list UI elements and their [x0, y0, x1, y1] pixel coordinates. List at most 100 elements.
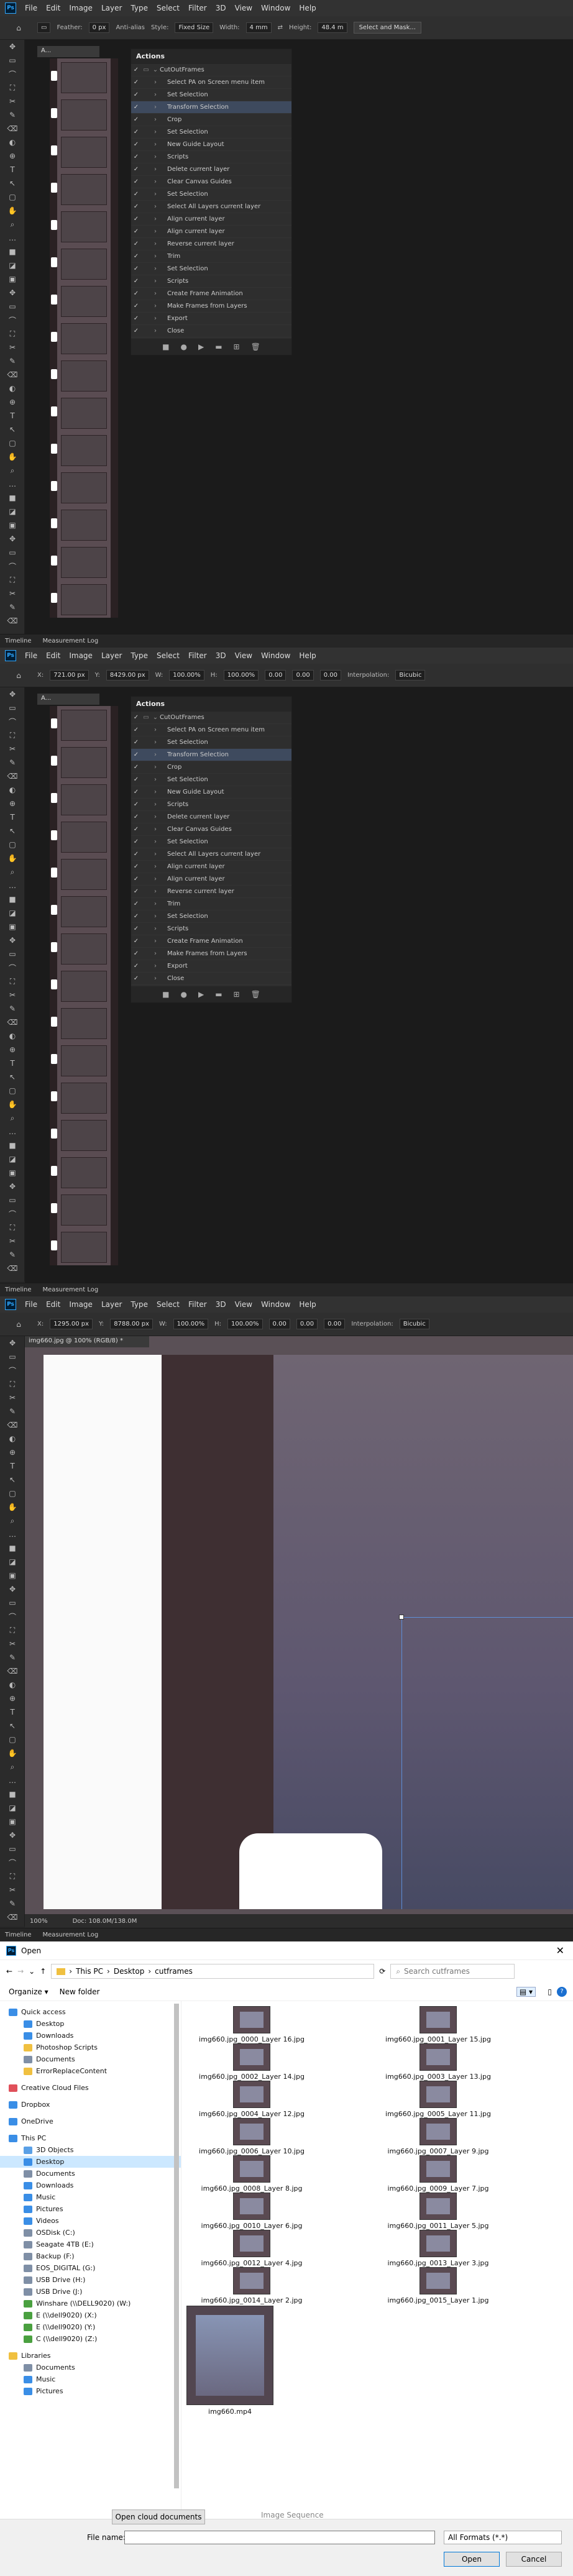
chevron-right-icon[interactable]: › [151, 216, 160, 222]
chevron-right-icon[interactable]: › [151, 851, 160, 858]
back-icon[interactable]: ← [6, 1967, 12, 1976]
chevron-right-icon[interactable]: › [151, 975, 160, 982]
action-item[interactable]: ✓ › Delete current layer [131, 163, 291, 176]
stamp-tool-icon[interactable]: ⊕ [0, 395, 25, 409]
chevron-right-icon[interactable]: › [151, 253, 160, 260]
chevron-right-icon[interactable]: › [151, 727, 160, 733]
nav-item[interactable]: Documents [0, 2053, 181, 2065]
crop-tool-icon[interactable]: ✂ [0, 742, 25, 756]
marquee-tool-icon[interactable]: ▭ [0, 300, 25, 313]
check-icon[interactable]: ✓ [131, 950, 141, 957]
action-item[interactable]: ✓ › Trim [131, 250, 291, 263]
crop-tool-icon[interactable]: ✂ [0, 1637, 25, 1651]
stamp-tool-icon[interactable]: ⊕ [0, 1043, 25, 1057]
close-icon[interactable]: ✕ [556, 1945, 564, 1956]
hand-tool-icon[interactable]: ✋ [0, 1098, 25, 1111]
chevron-right-icon[interactable]: › [151, 191, 160, 198]
zoom-tool-icon[interactable]: ⌕ [0, 1760, 25, 1774]
check-icon[interactable]: ✓ [131, 776, 141, 783]
move-tool-icon[interactable]: ✥ [0, 532, 25, 546]
more-tool-icon[interactable]: … [0, 1125, 25, 1139]
new-action-icon[interactable]: ⊞ [234, 990, 240, 999]
move-tool-icon[interactable]: ✥ [0, 687, 25, 701]
action-item[interactable]: ✓ › Clear Canvas Guides [131, 176, 291, 188]
nav-item[interactable]: E (\\dell9020) (X:) [0, 2309, 181, 2321]
nav-item[interactable]: USB Drive (J:) [0, 2286, 181, 2298]
timeline-tab[interactable]: Timeline [5, 638, 32, 644]
chevron-right-icon[interactable]: › [151, 91, 160, 98]
nav-item[interactable]: Quick access [0, 2006, 181, 2018]
lasso-tool-icon[interactable]: ⌒ [0, 961, 25, 974]
eraser-tool-icon[interactable]: ⌫ [0, 122, 25, 135]
action-item[interactable]: ✓ › Close [131, 325, 291, 337]
check-icon[interactable]: ✓ [131, 863, 141, 870]
action-item[interactable]: ✓ › Trim [131, 898, 291, 910]
chevron-right-icon[interactable]: › [151, 826, 160, 833]
hand-tool-icon[interactable]: ✋ [0, 1746, 25, 1760]
check-icon[interactable]: ✓ [131, 888, 141, 895]
vskew-input[interactable]: 0.00 [324, 1319, 346, 1329]
h-input[interactable]: 100.00% [223, 670, 259, 681]
lasso-tool-icon[interactable]: ⌒ [0, 1856, 25, 1869]
eraser-tool-icon[interactable]: ⌫ [0, 1418, 25, 1432]
marquee-tool-preset[interactable]: ▭ [37, 22, 51, 33]
nav-item[interactable]: Libraries [0, 2350, 181, 2362]
zoom-tool-icon[interactable]: ⌕ [0, 865, 25, 879]
more-tool-icon[interactable]: … [0, 231, 25, 245]
crop-tool-icon[interactable]: ✂ [0, 341, 25, 354]
action-item[interactable]: ✓ › Align current layer [131, 226, 291, 238]
nav-item[interactable]: Pictures [0, 2203, 181, 2215]
view-options-icon[interactable]: ▤ ▾ [516, 1986, 536, 1997]
transform-handle[interactable] [399, 1615, 404, 1620]
move-tool-icon[interactable]: ✥ [0, 1582, 25, 1596]
check-icon[interactable]: ✓ [131, 938, 141, 945]
quick-select-tool-icon[interactable]: ⛶ [0, 1377, 25, 1391]
crop-tool-icon[interactable]: ✂ [0, 94, 25, 108]
check-icon[interactable]: ✓ [131, 178, 141, 185]
check-icon[interactable]: ✓ [131, 975, 141, 982]
check-icon[interactable]: ✓ [131, 129, 141, 135]
menu-filter[interactable]: Filter [188, 651, 207, 660]
chevron-right-icon[interactable]: › [151, 79, 160, 86]
check-icon[interactable]: ✓ [131, 116, 141, 123]
check-icon[interactable]: ✓ [131, 79, 141, 86]
chevron-right-icon[interactable]: › [151, 116, 160, 123]
quick-select-tool-icon[interactable]: ⛶ [0, 728, 25, 742]
help-icon[interactable]: ? [557, 1986, 567, 1997]
menu-file[interactable]: File [25, 4, 37, 12]
quick-select-tool-icon[interactable]: ⛶ [0, 1869, 25, 1883]
brush-tool-icon[interactable]: ✎ [0, 108, 25, 122]
brush-tool-icon[interactable]: ✎ [0, 756, 25, 769]
type-tool-icon[interactable]: T [0, 1459, 25, 1473]
check-icon[interactable]: ✓ [131, 913, 141, 920]
nav-item[interactable]: Seagate 4TB (E:) [0, 2239, 181, 2250]
file-item[interactable]: img660.jpg_0012_Layer 4.jpg [186, 2230, 317, 2267]
image-sequence-checkbox[interactable]: Image Sequence [261, 2511, 324, 2519]
menu-layer[interactable]: Layer [101, 1300, 122, 1309]
lasso-tool-icon[interactable]: ⌒ [0, 559, 25, 573]
x-input[interactable]: 1295.00 px [50, 1319, 93, 1329]
chevron-right-icon[interactable]: › [151, 141, 160, 148]
trash-icon[interactable]: 🗑 [251, 990, 260, 999]
file-item[interactable]: img660.jpg_0002_Layer 14.jpg [186, 2043, 317, 2081]
chevron-right-icon[interactable]: › [151, 278, 160, 285]
chevron-right-icon[interactable]: › [151, 963, 160, 969]
nav-item[interactable]: Dropbox [0, 2099, 181, 2111]
color-tool-icon[interactable]: ■ [0, 1787, 25, 1801]
action-item[interactable]: ✓ › Set Selection [131, 736, 291, 749]
menu-view[interactable]: View [235, 4, 252, 12]
check-icon[interactable]: ✓ [131, 851, 141, 858]
check-icon[interactable]: ✓ [131, 191, 141, 198]
move-tool-icon[interactable]: ✥ [0, 286, 25, 300]
shape-tool-icon[interactable]: ▢ [0, 190, 25, 204]
lasso-tool-icon[interactable]: ⌒ [0, 1610, 25, 1623]
chevron-right-icon[interactable]: › [151, 764, 160, 771]
action-item[interactable]: ✓ › Set Selection [131, 89, 291, 101]
menu-edit[interactable]: Edit [46, 4, 60, 12]
x-input[interactable]: 721.00 px [50, 670, 89, 681]
action-item[interactable]: ✓ › Set Selection [131, 263, 291, 275]
file-item[interactable]: img660.jpg_0001_Layer 15.jpg [373, 2006, 503, 2043]
nav-item[interactable]: Music [0, 2191, 181, 2203]
nav-scrollbar[interactable] [174, 2004, 179, 2488]
eraser-tool-icon[interactable]: ⌫ [0, 1910, 25, 1924]
